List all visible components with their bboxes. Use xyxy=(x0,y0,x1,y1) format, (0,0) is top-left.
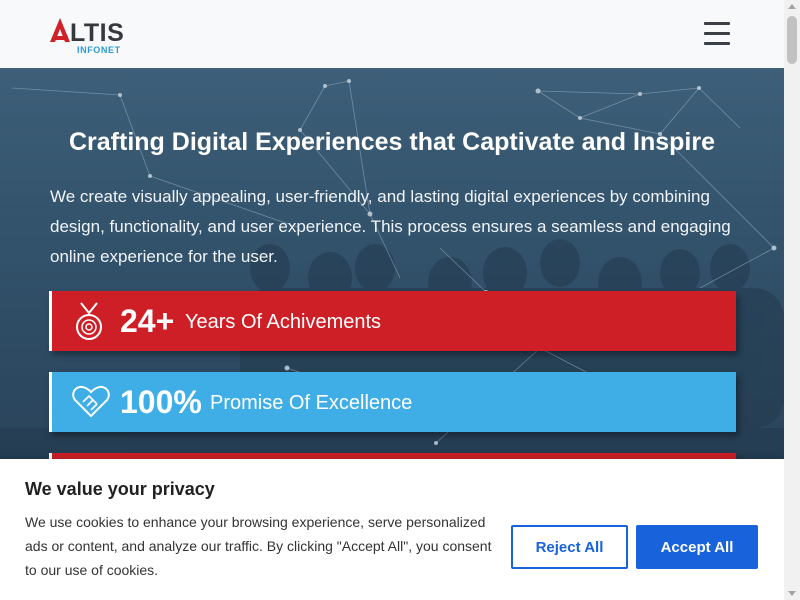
logo-a-mark-icon xyxy=(50,18,70,42)
accept-all-button[interactable]: Accept All xyxy=(636,525,758,569)
stat-label: Promise Of Excellence xyxy=(210,392,413,414)
altis-logo[interactable]: LTIS INFONET xyxy=(48,16,128,56)
logo-subtitle: INFONET xyxy=(77,45,121,55)
hamburger-icon[interactable] xyxy=(704,22,730,46)
medal-icon xyxy=(76,302,102,340)
hero-title: Crafting Digital Experiences that Captiv… xyxy=(69,128,715,156)
logo-wordmark: LTIS xyxy=(70,19,125,47)
site-header: LTIS INFONET xyxy=(0,0,784,69)
stat-number: 100% xyxy=(120,384,202,420)
reject-all-button[interactable]: Reject All xyxy=(511,525,628,569)
scroll-down-arrow-icon[interactable] xyxy=(788,591,796,596)
stat-card-years: 24+ Years Of Achivements xyxy=(49,291,736,351)
cookie-title: We value your privacy xyxy=(25,479,215,499)
scrollbar-thumb[interactable] xyxy=(787,16,797,64)
stat-card-excellence: 100% Promise Of Excellence xyxy=(49,372,736,432)
cookie-consent-banner: We value your privacy We use cookies to … xyxy=(0,459,784,600)
cookie-description: We use cookies to enhance your browsing … xyxy=(25,514,492,578)
page-scrollbar[interactable] xyxy=(784,0,800,600)
hero-description: We create visually appealing, user-frien… xyxy=(50,187,731,266)
scroll-up-arrow-icon[interactable] xyxy=(788,4,796,9)
handshake-heart-icon xyxy=(72,386,110,418)
stat-number: 24+ xyxy=(120,303,175,339)
stat-label: Years Of Achivements xyxy=(185,311,382,333)
